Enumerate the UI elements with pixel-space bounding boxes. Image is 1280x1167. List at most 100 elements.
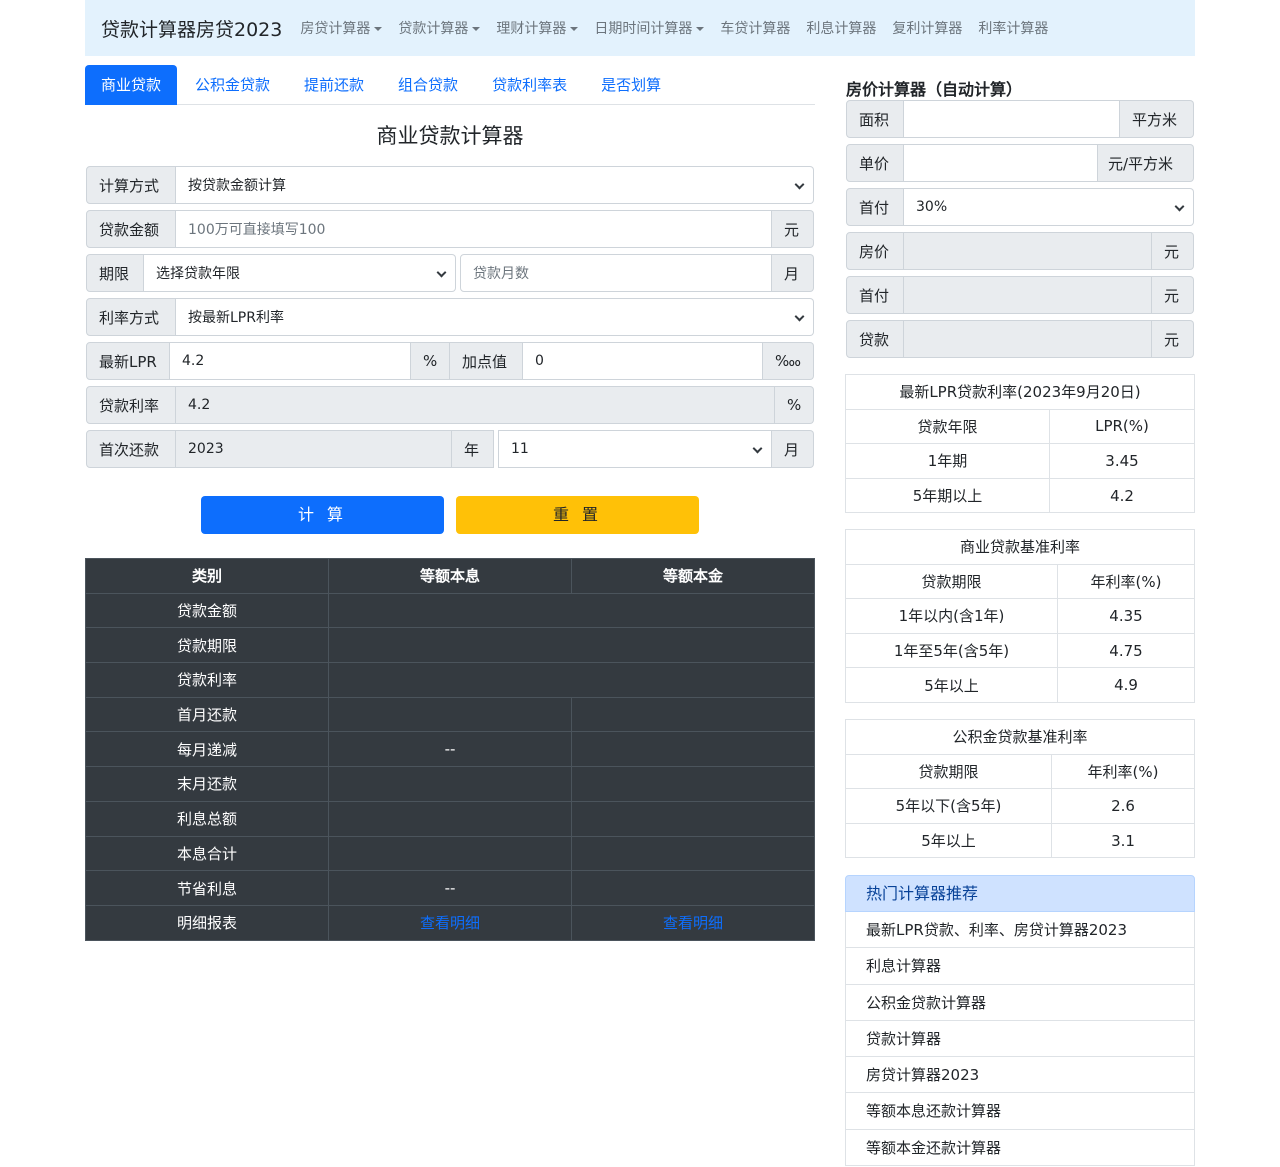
term-months-input[interactable]: 贷款月数 xyxy=(460,254,772,292)
cell-rate: 4.35 xyxy=(1057,598,1195,634)
loan-output-label: 贷款 xyxy=(846,320,904,358)
down-ratio-label: 首付 xyxy=(846,188,904,226)
basis-points-input[interactable]: 0 xyxy=(523,342,763,380)
first-payment-year-input[interactable]: 2023 xyxy=(176,430,452,468)
row-value-b xyxy=(571,696,815,733)
row-cell-b: 查看明细 xyxy=(571,904,815,941)
rate-method-select[interactable]: 按最新LPR利率 xyxy=(176,298,814,336)
unit-price-label: 单价 xyxy=(846,144,904,182)
calculate-button[interactable]: 计 算 xyxy=(201,496,444,534)
calc-method-select[interactable]: 按贷款金额计算 xyxy=(176,166,814,204)
nav-rate[interactable]: 利率计算器 xyxy=(978,18,1048,38)
table-row: 末月还款 xyxy=(85,766,815,802)
nav-compound[interactable]: 复利计算器 xyxy=(892,18,962,38)
table-title: 最新LPR贷款利率(2023年9月20日) xyxy=(845,374,1195,410)
select-value: 11 xyxy=(511,441,529,457)
tab-combined[interactable]: 组合贷款 xyxy=(382,65,474,105)
table-row: 5年期以上 4.2 xyxy=(845,477,1195,514)
row-value-b xyxy=(571,800,815,837)
cell-term: 1年以内(含1年) xyxy=(845,598,1058,634)
list-item[interactable]: 贷款计算器 xyxy=(845,1020,1195,1058)
unit-price-input[interactable] xyxy=(904,144,1098,182)
table-header-row: 贷款期限 年利率(%) xyxy=(845,753,1195,790)
row-label: 本息合计 xyxy=(85,835,329,872)
loan-rate-label: 贷款利率 xyxy=(86,386,176,424)
view-detail-link-equal-principal[interactable]: 查看明细 xyxy=(663,914,723,932)
tab-rate-table[interactable]: 贷款利率表 xyxy=(476,65,583,105)
nav-finance-calculator[interactable]: 理财计算器 xyxy=(496,18,579,38)
row-value xyxy=(328,627,815,664)
table-row: 贷款金额 xyxy=(85,592,815,629)
calc-method-label: 计算方式 xyxy=(86,166,176,204)
table-row: 1年以内(含1年) 4.35 xyxy=(845,598,1195,634)
reset-button[interactable]: 重 置 xyxy=(456,496,699,534)
list-item[interactable]: 等额本金还款计算器 xyxy=(845,1129,1195,1167)
row-value-a xyxy=(328,835,572,872)
select-value: 30% xyxy=(916,199,948,215)
page-title: 商业贷款计算器 xyxy=(376,124,524,148)
table-title-row: 商业贷款基准利率 xyxy=(845,529,1195,565)
page: 贷款计算器房贷2023 房贷计算器 贷款计算器 理财计算器 日期时间计算器 车贷… xyxy=(0,0,1280,1167)
chevron-down-icon xyxy=(696,27,705,31)
first-payment-month-select[interactable]: 11 xyxy=(498,430,772,468)
row-value-a: -- xyxy=(328,870,572,906)
table-row: 本息合计 xyxy=(85,835,815,872)
nav-loan-calculator[interactable]: 贷款计算器 xyxy=(398,18,481,38)
row-label: 贷款期限 xyxy=(85,627,329,664)
row-value-b xyxy=(571,766,815,802)
loan-amount-input[interactable]: 100万可直接填写100 xyxy=(176,210,772,248)
tab-provident-fund[interactable]: 公积金贷款 xyxy=(179,65,286,105)
list-item[interactable]: 公积金贷款计算器 xyxy=(845,984,1195,1021)
nav-car-loan[interactable]: 车贷计算器 xyxy=(720,18,790,38)
list-item[interactable]: 房贷计算器2023 xyxy=(845,1057,1195,1094)
row-value xyxy=(328,592,815,629)
unit-price-group: 单价 元/平方米 xyxy=(846,144,1194,182)
select-value: 按贷款金额计算 xyxy=(188,178,286,194)
unit-price-unit: 元/平方米 xyxy=(1098,144,1194,182)
lpr-input[interactable]: 4.2 xyxy=(170,342,411,380)
cell-term: 1年至5年(含5年) xyxy=(845,632,1058,669)
house-price-group: 房价 元 xyxy=(846,232,1194,270)
list-item[interactable]: 利息计算器 xyxy=(845,948,1195,985)
tab-worth-it[interactable]: 是否划算 xyxy=(585,65,677,105)
loan-rate-group: 贷款利率 4.2 % xyxy=(86,386,814,424)
loan-output-unit: 元 xyxy=(1152,320,1194,358)
row-value-a: -- xyxy=(328,731,572,768)
header-equal-installment: 等额本息 xyxy=(328,558,572,594)
list-item[interactable]: 最新LPR贷款、利率、房贷计算器2023 xyxy=(845,912,1195,949)
row-value-b xyxy=(571,870,815,906)
basis-points-unit: ‱ xyxy=(763,342,814,380)
list-item[interactable]: 等额本息还款计算器 xyxy=(845,1093,1195,1130)
cell-term: 5年以下(含5年) xyxy=(845,788,1052,824)
cell-rate: 3.1 xyxy=(1051,822,1195,859)
loan-type-tabs: 商业贷款 公积金贷款 提前还款 组合贷款 贷款利率表 是否划算 xyxy=(85,65,815,105)
house-price-output xyxy=(904,232,1152,270)
cell-rate: 4.2 xyxy=(1049,477,1195,514)
header-rate: LPR(%) xyxy=(1049,408,1195,445)
nav-mortgage-calculator[interactable]: 房贷计算器 xyxy=(300,18,383,38)
chevron-down-icon xyxy=(794,311,805,322)
tab-prepayment[interactable]: 提前还款 xyxy=(288,65,380,105)
term-years-select[interactable]: 选择贷款年限 xyxy=(144,254,456,292)
table-row: 贷款利率 xyxy=(85,662,815,698)
first-payment-group: 首次还款 2023 年 11 月 xyxy=(86,430,814,468)
nav-date-calculator[interactable]: 日期时间计算器 xyxy=(594,18,705,38)
loan-rate-input[interactable]: 4.2 xyxy=(176,386,775,424)
row-value-b xyxy=(571,731,815,768)
results-table: 类别 等额本息 等额本金 贷款金额 贷款期限 贷款利率 首月还款 每月递减 -- … xyxy=(85,558,815,941)
select-value: 按最新LPR利率 xyxy=(188,310,284,326)
cell-rate: 2.6 xyxy=(1051,788,1195,824)
tab-commercial[interactable]: 商业贷款 xyxy=(85,65,178,105)
area-input[interactable] xyxy=(904,100,1120,138)
down-ratio-select[interactable]: 30% xyxy=(904,188,1194,226)
lpr-label: 最新LPR xyxy=(86,342,170,380)
site-brand[interactable]: 贷款计算器房贷2023 xyxy=(101,15,282,42)
nav-interest[interactable]: 利息计算器 xyxy=(806,18,876,38)
cell-term: 5年期以上 xyxy=(845,477,1050,514)
chevron-down-icon xyxy=(570,27,579,31)
table-row: 利息总额 xyxy=(85,800,815,837)
header-equal-principal: 等额本金 xyxy=(571,558,815,594)
view-detail-link-equal-installment[interactable]: 查看明细 xyxy=(420,914,480,932)
select-value: 选择贷款年限 xyxy=(156,266,240,282)
cell-term: 5年以上 xyxy=(845,667,1058,703)
